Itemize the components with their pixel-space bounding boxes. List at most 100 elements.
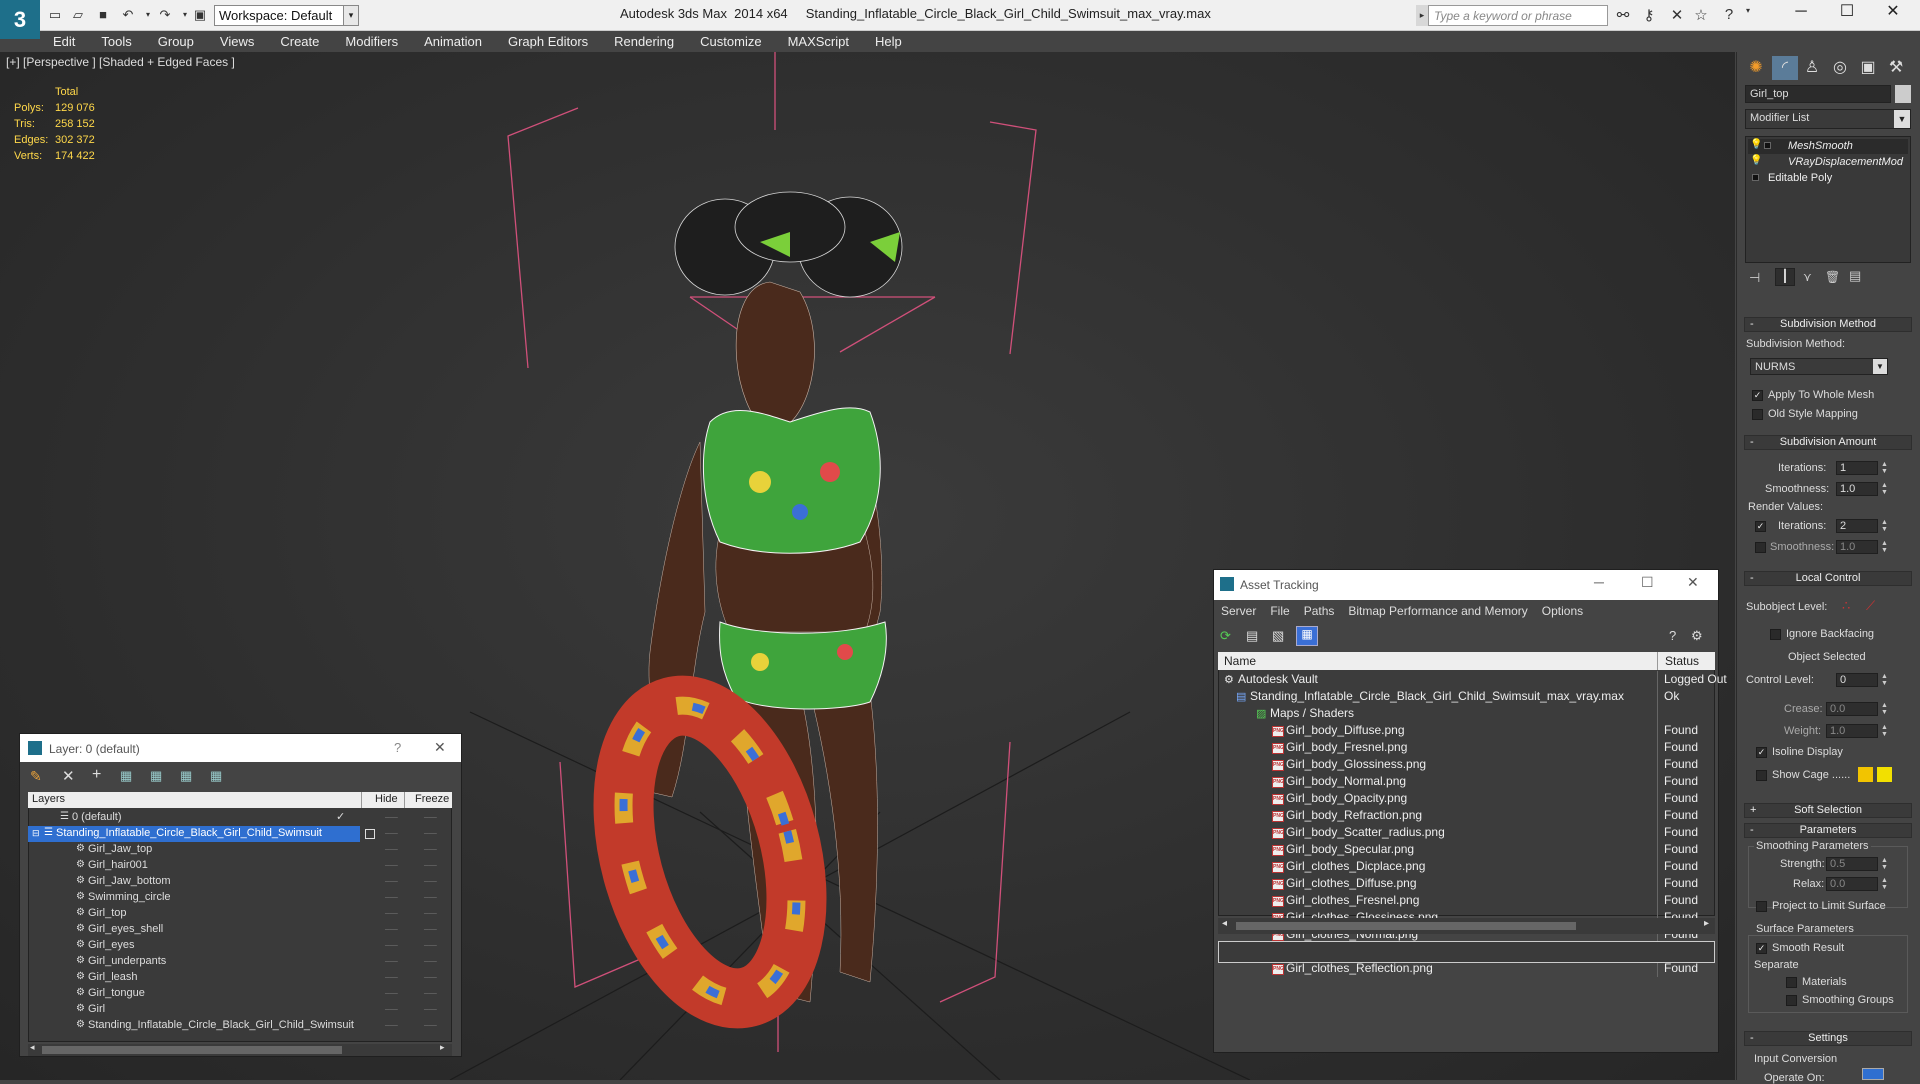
rollout-subdivision-method[interactable]: - Subdivision Method — [1744, 317, 1912, 332]
old-style-mapping-checkbox[interactable]: Old Style Mapping — [1752, 408, 1858, 420]
rollout-subdivision-amount[interactable]: - Subdivision Amount — [1744, 435, 1912, 450]
help-icon[interactable]: ? — [394, 740, 401, 755]
asset-scrollbar[interactable]: ◂ ▸ — [1218, 918, 1715, 934]
help-icon[interactable]: ? — [1669, 628, 1676, 643]
set-active-layer-icon[interactable] — [365, 829, 375, 839]
rollout-settings[interactable]: - Settings — [1744, 1031, 1912, 1046]
show-end-result-icon[interactable]: ┃ — [1775, 268, 1795, 286]
control-level-spinner[interactable]: 0 — [1836, 673, 1878, 687]
asset-row[interactable]: ▤ Standing_Inflatable_Circle_Black_Girl_C… — [1218, 688, 1715, 705]
asset-row[interactable]: PNG Girl_body_Refraction.png Found — [1218, 807, 1715, 824]
layer-row[interactable]: ⚙ Standing_Inflatable_Circle_Black_Girl_C… — [28, 1018, 452, 1034]
asset-row[interactable]: PNG Girl_body_Diffuse.png Found — [1218, 722, 1715, 739]
project-folder-icon[interactable]: ▣ — [190, 6, 210, 24]
hide-toggle[interactable]: ─── — [385, 975, 398, 981]
asset-row[interactable]: PNG Girl_body_Glossiness.png Found — [1218, 756, 1715, 773]
close-icon[interactable]: ✕ — [434, 739, 446, 756]
asset-row[interactable]: PNG Girl_clothes_Diffuse.png Found — [1218, 875, 1715, 892]
undo-icon[interactable]: ↶ — [118, 6, 138, 24]
layer-row[interactable]: ⚙ Girl_eyes_shell ─── ─── — [28, 922, 452, 938]
stack-item-meshsmooth[interactable]: 💡 MeshSmooth — [1748, 139, 1908, 154]
layer-row[interactable]: ⚙ Swimming_circle ─── ─── — [28, 890, 452, 906]
hide-toggle[interactable]: ─── — [385, 943, 398, 949]
new-file-icon[interactable]: ▭ — [45, 6, 65, 24]
hide-toggle[interactable]: ─── — [385, 815, 398, 821]
spinner-arrows-icon[interactable]: ▲ ▼ — [1880, 724, 1889, 738]
hide-toggle[interactable]: ─── — [385, 959, 398, 965]
asset-row[interactable]: PNG Girl_body_Specular.png Found — [1218, 841, 1715, 858]
layer-row[interactable]: ⚙ Girl_Jaw_bottom ─── ─── — [28, 874, 452, 890]
hide-toggle[interactable]: ─── — [385, 911, 398, 917]
workspace-select[interactable]: Workspace: Default ▾ — [214, 5, 359, 26]
object-color-swatch[interactable] — [1895, 85, 1911, 103]
hide-toggle[interactable]: ─── — [385, 895, 398, 901]
asset-menu-bitmap-performance[interactable]: Bitmap Performance and Memory — [1341, 600, 1534, 622]
hide-toggle[interactable]: ─── — [385, 1023, 398, 1029]
scroll-left-icon[interactable]: ◂ — [1222, 918, 1227, 929]
redo-icon[interactable]: ↷ — [155, 6, 175, 24]
render-iterations-spinner[interactable]: 2 — [1836, 519, 1878, 533]
asset-menu-file[interactable]: File — [1263, 600, 1296, 622]
active-layer-check-icon[interactable]: ✓ — [336, 810, 345, 823]
hide-toggle[interactable]: ─── — [385, 847, 398, 853]
close-button[interactable]: ✕ — [1870, 0, 1916, 26]
binoculars-icon[interactable]: ⚯ — [1612, 6, 1634, 24]
asset-row[interactable]: PNG Girl_clothes_Fresnel.png Found — [1218, 892, 1715, 909]
render-iterations-checkbox[interactable]: ✓ — [1755, 520, 1771, 532]
column-name[interactable]: Name — [1224, 654, 1256, 668]
pin-stack-icon[interactable]: ⊣ — [1749, 270, 1760, 286]
layer-scrollbar[interactable]: ◂ ▸ — [28, 1042, 452, 1056]
light-bulb-icon[interactable]: 💡 — [1750, 155, 1762, 166]
smoothness-spinner[interactable]: 1.0 — [1836, 482, 1878, 496]
menu-group[interactable]: Group — [145, 31, 207, 52]
tree-view-icon[interactable]: ▧ — [1272, 628, 1284, 644]
spinner-arrows-icon[interactable]: ▲ ▼ — [1880, 673, 1889, 687]
highlight-selected-icon[interactable]: ▦ — [150, 768, 162, 784]
menu-modifiers[interactable]: Modifiers — [332, 31, 411, 52]
add-to-layer-icon[interactable]: + — [92, 766, 101, 784]
create-layer-icon[interactable]: ✎ — [30, 768, 42, 785]
weight-spinner[interactable]: 1.0 — [1826, 724, 1878, 738]
light-bulb-icon[interactable]: 💡 — [1750, 139, 1762, 150]
refresh-icon[interactable]: ⟳ — [1220, 628, 1231, 644]
workspace-menu-button[interactable]: ▾ — [343, 5, 359, 26]
vertex-subobject-icon[interactable]: ∴ — [1842, 598, 1850, 614]
layer-row[interactable]: ⚙ Girl_tongue ─── ─── — [28, 986, 452, 1002]
object-name-field[interactable]: Girl_top — [1745, 85, 1891, 103]
asset-row[interactable]: PNG Girl_clothes_Dicplace.png Found — [1218, 858, 1715, 875]
layer-row[interactable]: ⚙ Girl_top ─── ─── — [28, 906, 452, 922]
remove-modifier-icon[interactable]: 🗑 — [1825, 270, 1840, 284]
menu-edit[interactable]: Edit — [40, 31, 88, 52]
hierarchy-tab-icon[interactable]: ♙ — [1799, 56, 1825, 80]
freeze-toggle[interactable]: ─── — [424, 911, 437, 917]
delete-layer-icon[interactable]: ✕ — [62, 767, 75, 785]
rollout-soft-selection[interactable]: + Soft Selection — [1744, 803, 1912, 818]
search-input[interactable]: Type a keyword or phrase — [1428, 5, 1608, 26]
freeze-toggle[interactable]: ─── — [424, 959, 437, 965]
cage-color-swatch-1[interactable] — [1858, 767, 1873, 782]
freeze-toggle[interactable]: ─── — [424, 1023, 437, 1029]
scroll-left-icon[interactable]: ◂ — [30, 1042, 35, 1053]
strength-spinner[interactable]: 0.5 — [1826, 857, 1878, 871]
spinner-arrows-icon[interactable]: ▲ ▼ — [1880, 540, 1889, 554]
minimize-button[interactable]: ─ — [1778, 0, 1824, 26]
hide-toggle[interactable]: ─── — [385, 831, 398, 837]
menu-views[interactable]: Views — [207, 31, 267, 52]
layer-row[interactable]: ⚙ Girl ─── ─── — [28, 1002, 452, 1018]
rollout-local-control[interactable]: - Local Control — [1744, 571, 1912, 586]
collapse-icon[interactable]: ⊟ — [32, 828, 40, 839]
relax-spinner[interactable]: 0.0 — [1826, 877, 1878, 891]
hide-toggle[interactable]: ─── — [385, 991, 398, 997]
freeze-toggle[interactable]: ─── — [424, 895, 437, 901]
cage-color-swatch-2[interactable] — [1877, 767, 1892, 782]
menu-maxscript[interactable]: MAXScript — [775, 31, 862, 52]
asset-row[interactable]: ▨ Maps / Shaders — [1218, 705, 1715, 722]
maximize-button[interactable]: ☐ — [1824, 0, 1870, 26]
layer-row[interactable]: ⚙ Girl_underpants ─── ─── — [28, 954, 452, 970]
select-objects-icon[interactable]: ▦ — [120, 768, 132, 784]
render-smoothness-spinner[interactable]: 1.0 — [1836, 540, 1878, 554]
smooth-result-checkbox[interactable]: ✓ Smooth Result — [1756, 942, 1844, 954]
menu-customize[interactable]: Customize — [687, 31, 774, 52]
open-file-icon[interactable]: ▱ — [68, 6, 88, 24]
show-cage-checkbox[interactable]: Show Cage ...... — [1756, 769, 1850, 781]
